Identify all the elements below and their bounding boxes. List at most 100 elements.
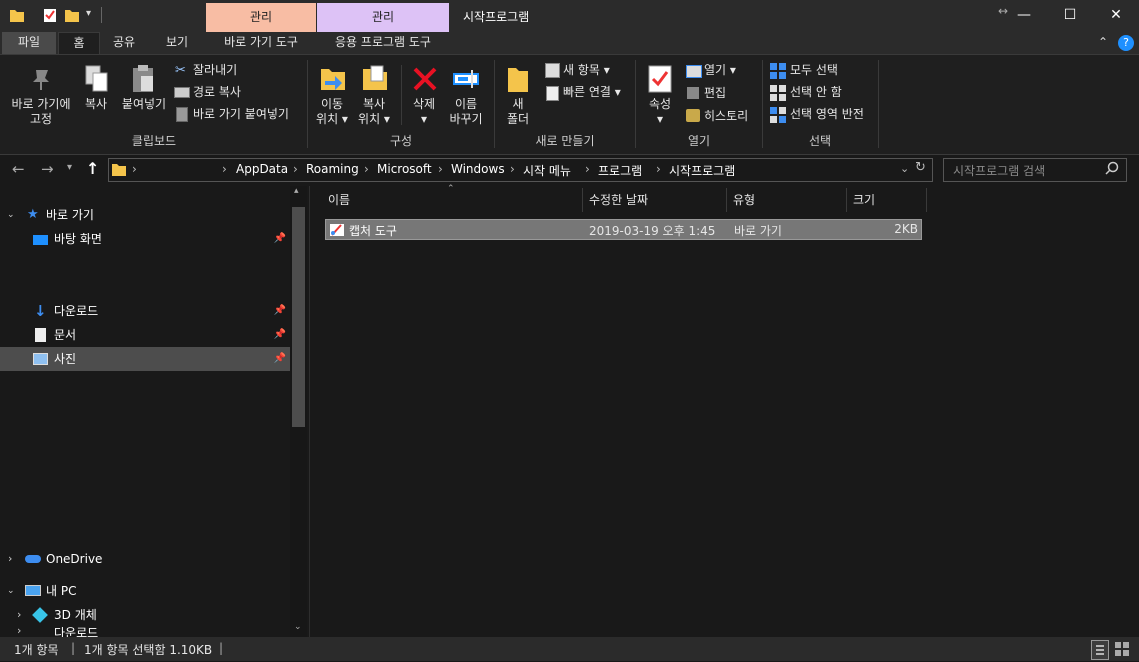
breadcrumb-overflow-icon[interactable]: › — [132, 162, 137, 176]
nav-label: 다운로드 — [54, 627, 99, 637]
copy-button[interactable]: 복사 — [78, 97, 114, 112]
edit-button[interactable]: 편집 — [704, 86, 726, 100]
breadcrumb-separator: › — [222, 162, 227, 176]
column-separator[interactable] — [926, 188, 927, 212]
pin-icon[interactable]: 📌 — [274, 299, 286, 323]
breadcrumb-windows[interactable]: Windows — [451, 162, 505, 176]
folder-icon[interactable] — [10, 8, 24, 22]
tab-view[interactable]: 보기 — [150, 32, 204, 54]
breadcrumb-programs[interactable]: 프로그램 — [598, 162, 642, 179]
context-tab-manage-app[interactable]: 관리 — [317, 3, 449, 32]
paste-button[interactable]: 붙여넣기 — [118, 97, 170, 112]
status-separator: | — [219, 641, 224, 655]
expand-chevron-icon[interactable]: › — [17, 603, 21, 627]
refresh-icon[interactable]: ↻ — [915, 160, 926, 175]
context-tab-manage-shortcut[interactable]: 관리 — [206, 3, 316, 32]
scroll-up-icon[interactable]: ▴ — [294, 186, 299, 196]
maximize-button[interactable]: ☐ — [1047, 0, 1093, 32]
copy-path-button[interactable]: 경로 복사 — [193, 85, 241, 99]
pin-icon[interactable]: 📌 — [274, 227, 286, 251]
pin-icon[interactable]: 📌 — [274, 347, 286, 371]
new-folder-button[interactable]: 새 폴더 — [498, 97, 538, 127]
column-header-type[interactable]: 유형 — [733, 190, 843, 212]
nav-documents[interactable]: 문서 📌 — [0, 323, 290, 347]
nav-label: 바탕 화면 — [54, 232, 102, 246]
group-divider — [494, 60, 495, 148]
tab-shortcut-tools[interactable]: 바로 가기 도구 — [206, 32, 316, 54]
nav-downloads-pc[interactable]: › 다운로드 — [0, 627, 290, 637]
column-header-size[interactable]: 크기 — [853, 190, 923, 212]
invert-selection-button[interactable]: 선택 영역 반전 — [790, 107, 864, 121]
nav-this-pc[interactable]: ⌄ 내 PC — [0, 579, 290, 603]
scroll-down-icon[interactable]: ⌄ — [294, 622, 302, 632]
pane-divider — [309, 186, 310, 637]
delete-button[interactable]: 삭제 ▾ — [404, 97, 444, 127]
paste-shortcut-button[interactable]: 바로 가기 붙여넣기 — [193, 107, 289, 121]
expand-chevron-icon[interactable]: ⌄ — [7, 203, 15, 227]
large-icons-view-button[interactable] — [1114, 641, 1130, 660]
breadcrumb-roaming[interactable]: Roaming — [306, 162, 359, 176]
pin-icon[interactable]: 📌 — [274, 323, 286, 347]
column-separator[interactable] — [726, 188, 727, 212]
details-view-button[interactable] — [1091, 640, 1109, 660]
column-separator[interactable] — [582, 188, 583, 212]
breadcrumb-startup[interactable]: 시작프로그램 — [669, 162, 735, 179]
breadcrumb-microsoft[interactable]: Microsoft — [377, 162, 432, 176]
file-size: 2KB — [894, 222, 918, 236]
collapse-ribbon-icon[interactable]: ⌃ — [1098, 35, 1108, 49]
rename-button[interactable]: 이름 바꾸기 — [444, 97, 488, 127]
breadcrumb-separator: › — [364, 162, 369, 176]
nav-3d-objects[interactable]: › 3D 개체 — [0, 603, 290, 627]
select-none-button[interactable]: 선택 안 함 — [790, 85, 842, 99]
cut-button[interactable]: 잘라내기 — [193, 63, 237, 77]
help-icon[interactable]: ? — [1118, 35, 1134, 51]
back-button[interactable]: ← — [12, 160, 25, 178]
history-button[interactable]: 히스토리 — [704, 109, 748, 123]
expand-chevron-icon[interactable]: › — [8, 547, 12, 571]
address-dropdown-icon[interactable]: ⌄ — [900, 162, 909, 175]
expand-chevron-icon[interactable]: ⌄ — [7, 579, 15, 603]
up-button[interactable]: ↑ — [86, 159, 99, 178]
properties-icon[interactable] — [43, 8, 57, 22]
tab-share[interactable]: 공유 — [100, 32, 148, 54]
open-button[interactable]: 열기 ▾ — [704, 63, 736, 77]
column-header-name[interactable]: 이름 — [328, 190, 580, 212]
nav-label: 내 PC — [46, 584, 77, 598]
tab-home[interactable]: 홈 — [58, 32, 100, 55]
properties-button[interactable]: 속성 ▾ — [640, 97, 680, 127]
qat-dropdown-icon[interactable]: ▾ — [86, 8, 91, 19]
status-separator: | — [71, 641, 76, 655]
nav-pictures[interactable]: 사진 📌 — [0, 347, 290, 371]
new-folder-icon[interactable] — [65, 8, 79, 22]
new-item-button[interactable]: 새 항목 ▾ — [563, 63, 610, 77]
pin-quick-access-button[interactable]: 바로 가기에 고정 — [2, 97, 80, 127]
breadcrumb-appdata[interactable]: AppData — [236, 162, 288, 176]
nav-desktop[interactable]: 바탕 화면 📌 — [0, 227, 290, 251]
tab-file[interactable]: 파일 — [2, 32, 56, 54]
table-row[interactable]: 캡처 도구 2019-03-19 오후 1:45 바로 가기 2KB — [325, 219, 922, 240]
forward-button[interactable]: → — [41, 160, 54, 178]
copy-to-button[interactable]: 복사 위치 ▾ — [352, 97, 396, 127]
nav-onedrive[interactable]: › OneDrive — [0, 547, 290, 571]
select-all-button[interactable]: 모두 선택 — [790, 63, 838, 77]
recent-locations-icon[interactable]: ▾ — [67, 162, 72, 173]
minimize-button[interactable]: — — [1001, 0, 1047, 32]
nav-scrollbar-thumb[interactable] — [292, 207, 305, 427]
close-button[interactable]: ✕ — [1093, 0, 1139, 32]
column-header-date[interactable]: 수정한 날짜 — [589, 190, 724, 212]
nav-quick-access[interactable]: ⌄ ★ 바로 가기 — [0, 203, 290, 227]
easy-access-button[interactable]: 빠른 연결 ▾ — [563, 85, 621, 99]
paste-shortcut-icon — [176, 107, 188, 122]
tab-app-tools[interactable]: 응용 프로그램 도구 — [317, 32, 449, 54]
column-separator[interactable] — [846, 188, 847, 212]
move-to-button[interactable]: 이동 위치 ▾ — [310, 97, 354, 127]
nav-downloads[interactable]: ↓ 다운로드 📌 — [0, 299, 290, 323]
qat-divider — [101, 7, 102, 23]
title-bar — [0, 0, 1139, 32]
breadcrumb-start-menu[interactable]: 시작 메뉴 — [523, 162, 571, 179]
history-icon — [686, 109, 700, 122]
delete-icon — [412, 66, 438, 95]
nav-label: OneDrive — [46, 552, 103, 566]
expand-chevron-icon[interactable]: › — [17, 627, 21, 637]
address-bar[interactable] — [108, 158, 933, 182]
